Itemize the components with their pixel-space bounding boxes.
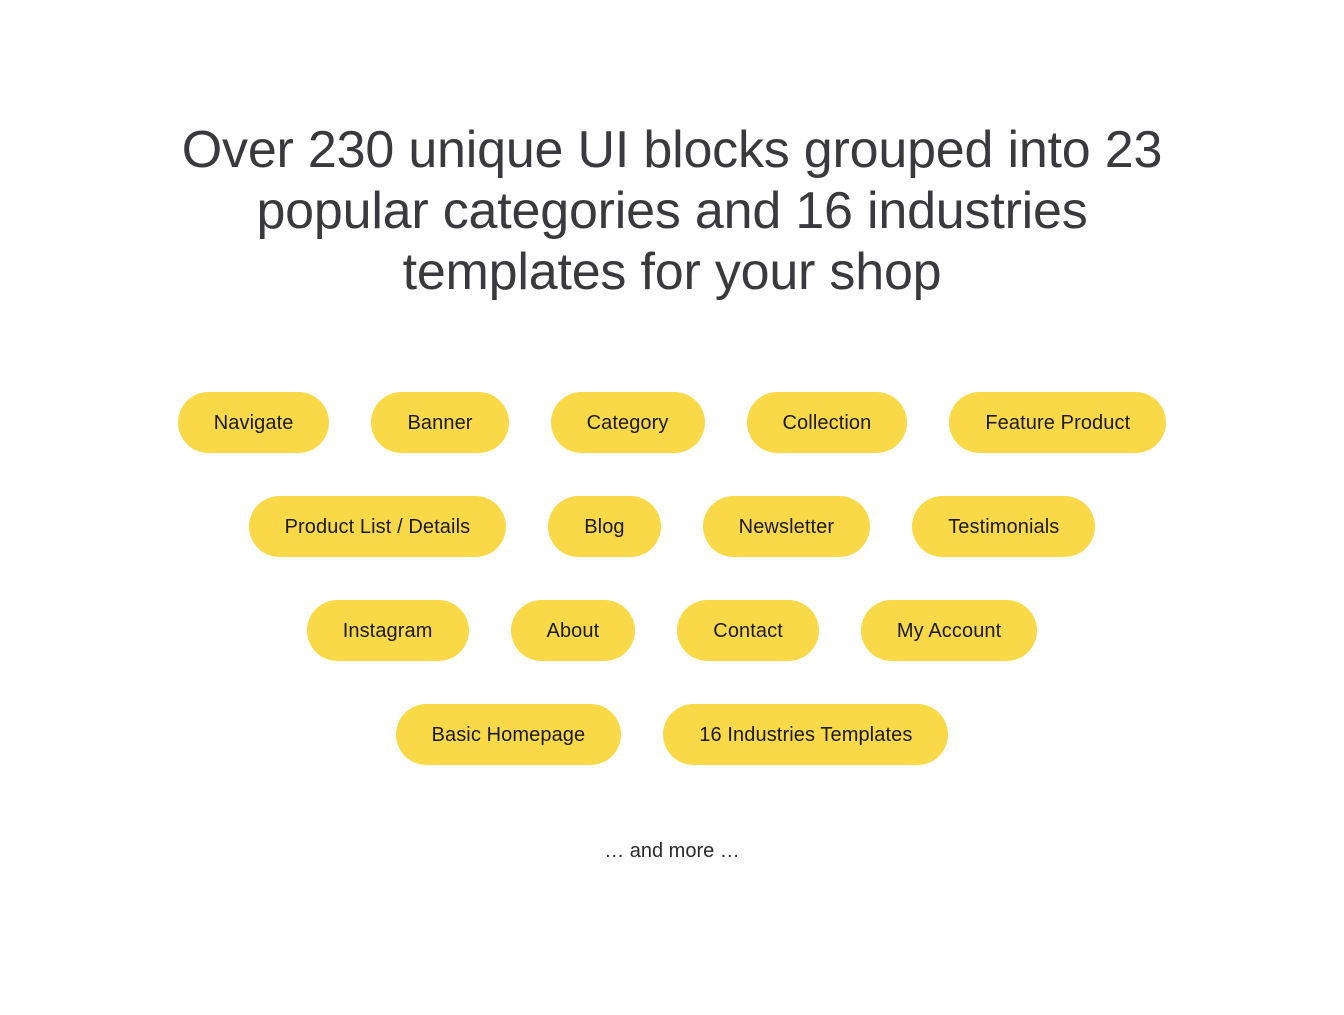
pill-banner[interactable]: Banner <box>371 392 509 453</box>
pill-row-2: Product List / Details Blog Newsletter T… <box>0 496 1344 557</box>
pill-my-account[interactable]: My Account <box>860 600 1038 661</box>
pill-row-3: Instagram About Contact My Account <box>0 600 1344 661</box>
category-pill-grid: Navigate Banner Category Collection Feat… <box>0 392 1344 765</box>
pill-basic-homepage[interactable]: Basic Homepage <box>395 704 622 765</box>
page-title: Over 230 unique UI blocks grouped into 2… <box>181 121 1163 301</box>
pill-instagram[interactable]: Instagram <box>306 600 469 661</box>
pill-collection[interactable]: Collection <box>746 392 908 453</box>
pill-row-4: Basic Homepage 16 Industries Templates <box>0 704 1344 765</box>
pill-16-industries-templates[interactable]: 16 Industries Templates <box>663 704 949 765</box>
pill-contact[interactable]: Contact <box>677 600 819 661</box>
pill-about[interactable]: About <box>510 600 636 661</box>
pill-testimonials[interactable]: Testimonials <box>912 496 1096 557</box>
pill-row-1: Navigate Banner Category Collection Feat… <box>0 392 1344 453</box>
pill-category[interactable]: Category <box>550 392 705 453</box>
pill-navigate[interactable]: Navigate <box>177 392 330 453</box>
page-root: Over 230 unique UI blocks grouped into 2… <box>0 0 1344 1015</box>
pill-feature-product[interactable]: Feature Product <box>949 392 1167 453</box>
and-more-note: … and more … <box>604 840 740 862</box>
pill-newsletter[interactable]: Newsletter <box>702 496 871 557</box>
pill-product-list-details[interactable]: Product List / Details <box>248 496 507 557</box>
pill-blog[interactable]: Blog <box>548 496 661 557</box>
